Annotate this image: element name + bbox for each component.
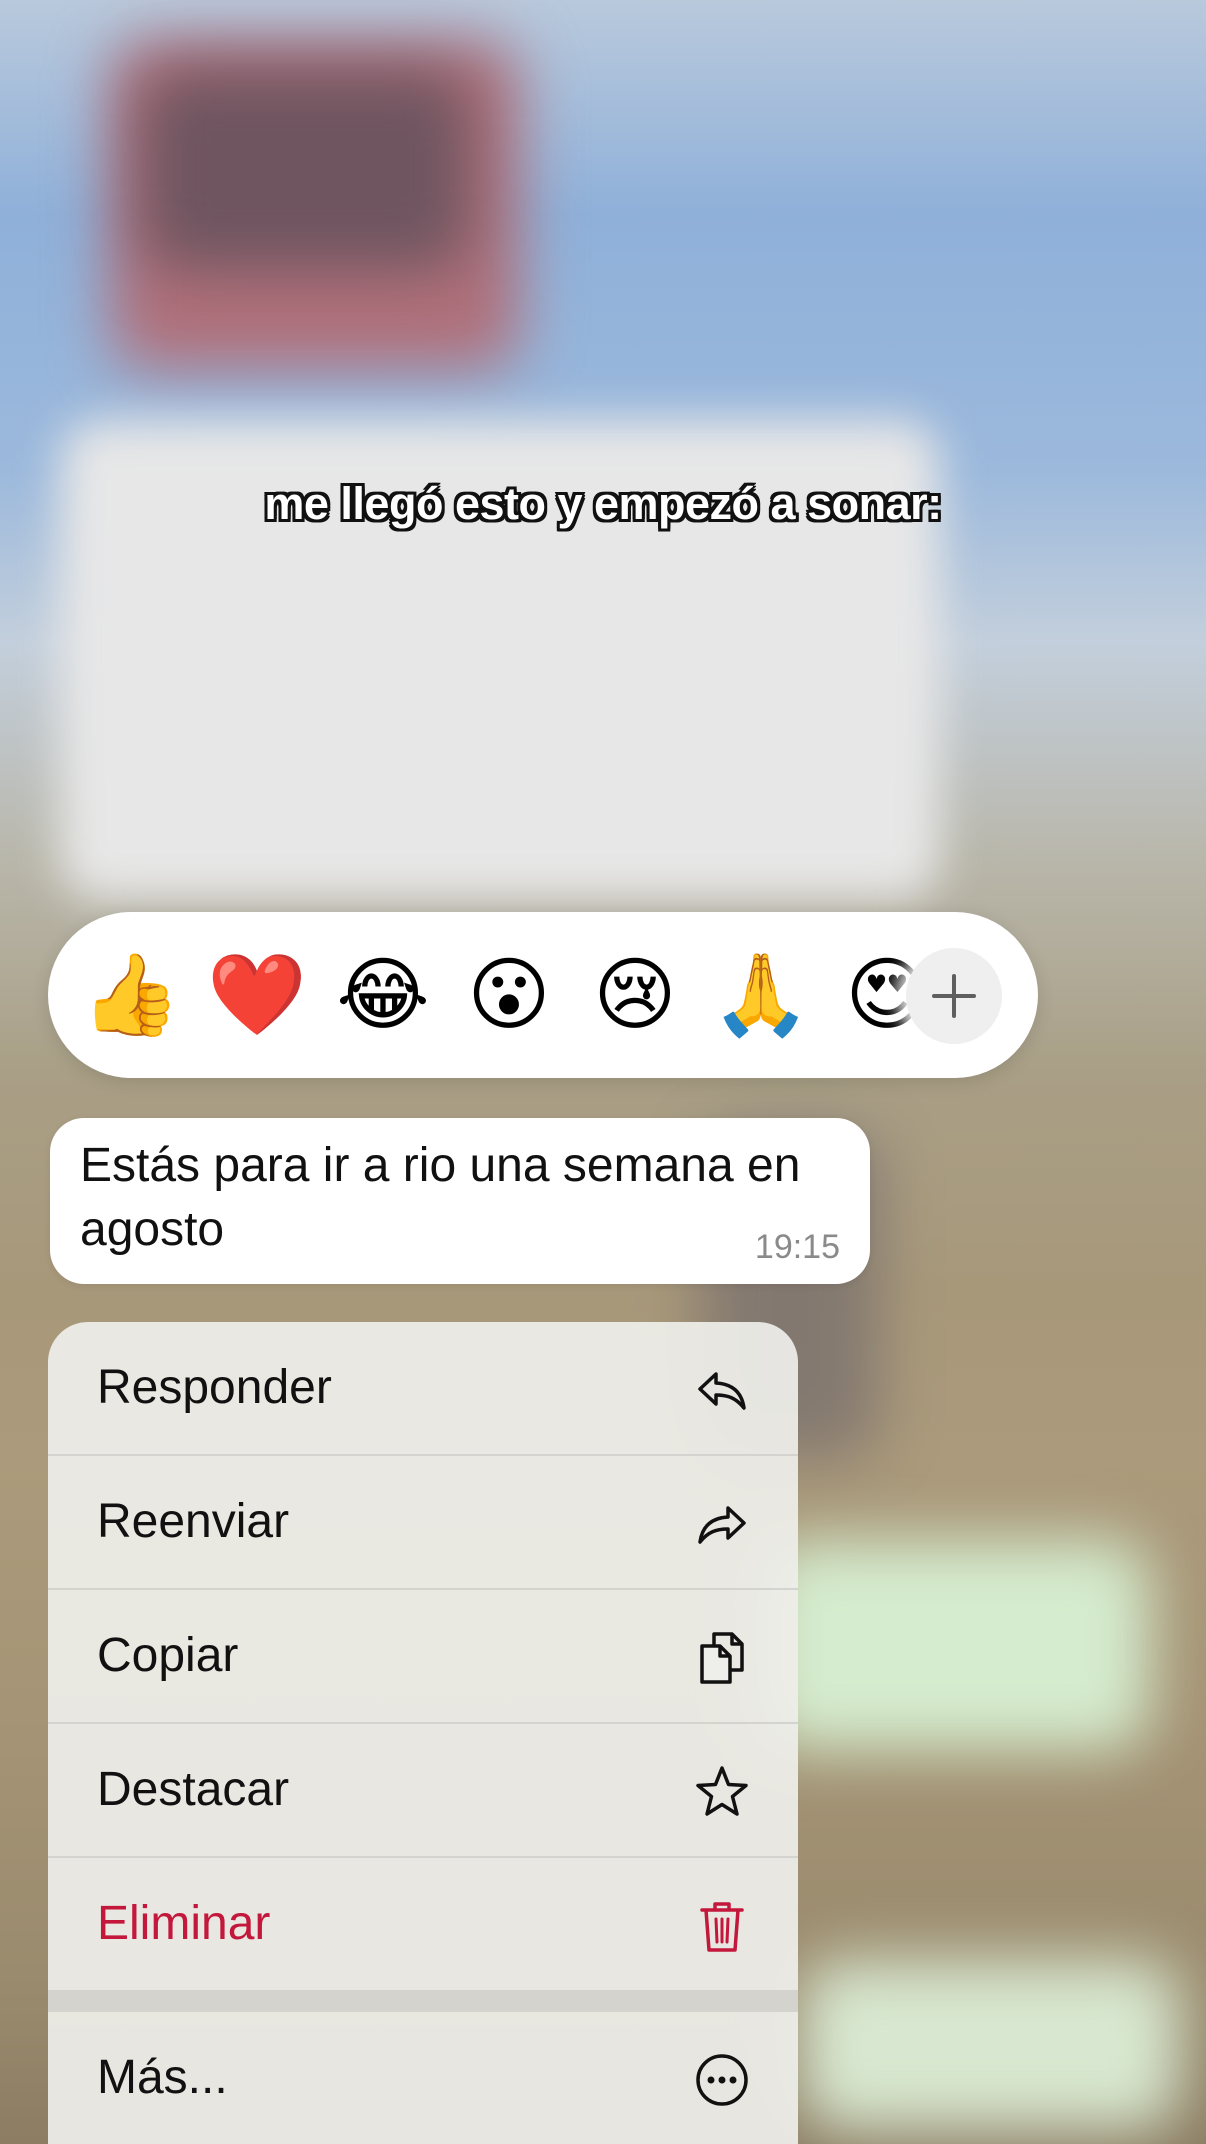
menu-item-label: Responder: [97, 1361, 332, 1414]
menu-item-forward[interactable]: Reenviar: [48, 1456, 798, 1590]
menu-item-label: Copiar: [97, 1629, 239, 1682]
reaction-thumbs-up[interactable]: 👍: [81, 942, 181, 1048]
copy-icon: [700, 1632, 744, 1684]
message-context-menu: Responder Reenviar Copiar Destacar Elimi…: [48, 1322, 798, 2144]
forward-icon: [698, 1506, 746, 1544]
trash-icon: [700, 1902, 744, 1952]
menu-item-star[interactable]: Destacar: [48, 1724, 798, 1858]
reaction-folded-hands[interactable]: 🙏: [711, 942, 811, 1048]
blurred-chat-bubble: [800, 1960, 1180, 2130]
menu-item-reply[interactable]: Responder: [48, 1322, 798, 1456]
reaction-tears-of-joy[interactable]: 😂: [333, 942, 433, 1048]
more-icon: [696, 2054, 748, 2106]
reply-icon: [698, 1372, 746, 1410]
menu-item-label: Destacar: [97, 1763, 290, 1816]
reaction-bar: 👍 ❤️ 😂 😮 😢 🙏 😍: [48, 912, 1038, 1078]
menu-item-more[interactable]: Más...: [48, 2012, 798, 2144]
star-icon: [696, 1766, 748, 1816]
menu-item-copy[interactable]: Copiar: [48, 1590, 798, 1724]
video-caption: me llegó esto y empezó a sonar:: [264, 478, 942, 529]
message-bubble[interactable]: Estás para ir a rio una semana en agosto…: [50, 1118, 870, 1284]
context-menu-screen: me llegó esto y empezó a sonar: 👍 ❤️ 😂 😮…: [0, 0, 1206, 2144]
menu-item-label: Eliminar: [97, 1897, 271, 1950]
menu-separator: [48, 1990, 798, 2012]
message-text: Estás para ir a rio una semana en agosto: [80, 1139, 801, 1256]
message-timestamp: 19:15: [754, 1228, 840, 1266]
menu-item-label: Reenviar: [97, 1495, 290, 1548]
reaction-open-mouth[interactable]: 😮: [459, 942, 559, 1048]
reaction-crying-face[interactable]: 😢: [585, 942, 685, 1048]
plus-icon[interactable]: [906, 948, 1002, 1044]
menu-item-label: Más...: [97, 2051, 228, 2104]
menu-item-delete[interactable]: Eliminar: [48, 1858, 798, 1990]
reaction-red-heart[interactable]: ❤️: [207, 942, 307, 1048]
blurred-chat-bubble: [760, 1540, 1150, 1750]
blurred-background-image: [140, 70, 470, 270]
